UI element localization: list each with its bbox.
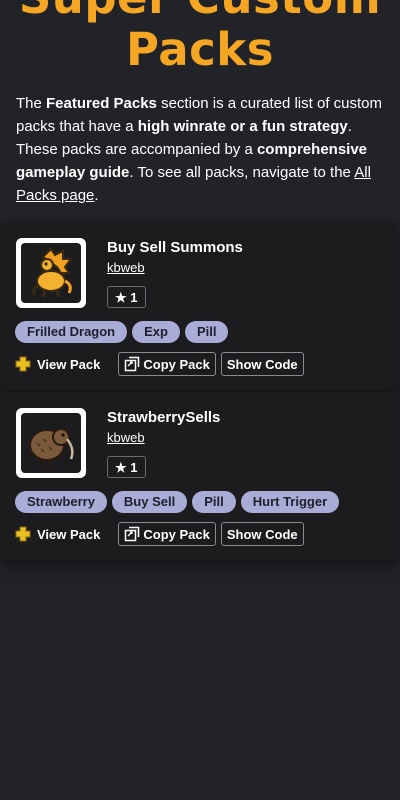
page: Super Custom Packs The Featured Packs se… [0, 0, 400, 800]
view-pack-label: View Pack [37, 356, 101, 372]
pack-card: StrawberrySells kbweb ★ 1 Strawberry Buy… [0, 392, 398, 560]
rating-badge[interactable]: ★ 1 [107, 286, 146, 308]
pack-thumbnail[interactable] [16, 238, 86, 308]
view-pack-button[interactable]: View Pack [15, 526, 100, 542]
pack-title: StrawberrySells [107, 409, 221, 426]
kiwi-icon [21, 413, 81, 473]
tag-chip: Pill [184, 321, 229, 343]
tag-list: Frilled Dragon Exp Pill [15, 321, 229, 343]
page-title: Super Custom Packs [0, 0, 400, 76]
view-pack-label: View Pack [37, 526, 101, 542]
pack-card: Buy Sell Summons kbweb ★ 1 Frilled Drago… [0, 222, 398, 390]
view-pack-button[interactable]: View Pack [15, 356, 100, 372]
pack-thumbnail[interactable] [16, 408, 86, 478]
intro-text-5: . [94, 187, 99, 204]
intro-text-4: . To see all packs, navigate to the [129, 164, 355, 181]
show-code-label: Show Code [226, 356, 298, 372]
frilled-dragon-icon [21, 243, 81, 303]
show-code-button[interactable]: Show Code [220, 522, 304, 546]
puzzle-icon [15, 356, 31, 372]
tag-chip: Buy Sell [111, 491, 188, 513]
page-title-line2: Packs [125, 23, 275, 76]
intro-bold-featured: Featured Packs [46, 95, 157, 112]
tag-list: Strawberry Buy Sell Pill Hurt Trigger [15, 491, 340, 513]
pack-actions: View Pack Copy Pack Show Code [15, 352, 309, 376]
copy-pack-label: Copy Pack [143, 526, 210, 542]
pack-author-link[interactable]: kbweb [107, 430, 145, 445]
page-title-line1: Super Custom [19, 0, 381, 24]
show-code-button[interactable]: Show Code [220, 352, 304, 376]
copy-pack-button[interactable]: Copy Pack [118, 522, 216, 546]
intro-bold-winrate: high winrate or a fun strategy [137, 118, 348, 135]
copy-icon [125, 356, 140, 372]
tag-chip: Pill [192, 491, 236, 513]
intro-text-1: The [16, 95, 47, 112]
pack-actions: View Pack Copy Pack Show Code [15, 522, 309, 546]
puzzle-icon [15, 526, 31, 542]
show-code-label: Show Code [226, 526, 298, 542]
intro-paragraph: The Featured Packs section is a curated … [16, 92, 388, 207]
pack-title: Buy Sell Summons [107, 239, 243, 256]
tag-chip: Exp [132, 321, 180, 343]
copy-pack-button[interactable]: Copy Pack [118, 352, 216, 376]
tag-chip: Strawberry [15, 491, 107, 513]
copy-pack-label: Copy Pack [143, 356, 210, 372]
tag-chip: Frilled Dragon [15, 321, 128, 343]
rating-badge[interactable]: ★ 1 [107, 456, 146, 478]
copy-icon [125, 526, 140, 542]
tag-chip: Hurt Trigger [240, 491, 340, 513]
pack-author-link[interactable]: kbweb [107, 260, 145, 275]
